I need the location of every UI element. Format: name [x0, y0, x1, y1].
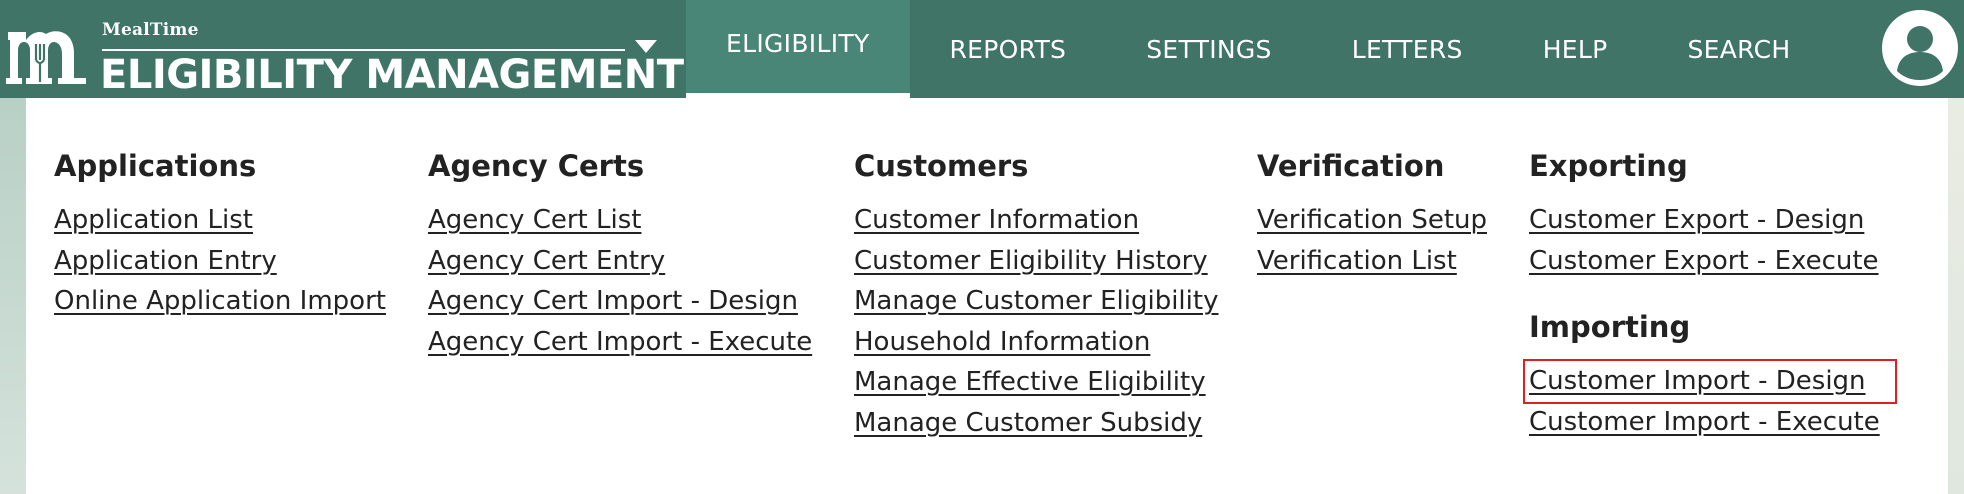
brand-small-text: MealTime	[102, 20, 199, 40]
nav-search[interactable]: SEARCH	[1688, 0, 1791, 98]
link-manage-customer-subsidy[interactable]: Manage Customer Subsidy	[854, 403, 1218, 444]
link-customer-eligibility-history[interactable]: Customer Eligibility History	[854, 241, 1218, 282]
section-heading-agency-certs: Agency Certs	[428, 149, 645, 183]
user-avatar-icon[interactable]	[1880, 8, 1960, 88]
link-agency-cert-import-execute[interactable]: Agency Cert Import - Execute	[428, 322, 812, 363]
mealtime-logo-icon	[6, 31, 86, 84]
link-agency-cert-import-design[interactable]: Agency Cert Import - Design	[428, 281, 812, 322]
link-manage-effective-eligibility[interactable]: Manage Effective Eligibility	[854, 362, 1218, 403]
nav-settings[interactable]: SETTINGS	[1146, 0, 1271, 98]
link-manage-customer-eligibility[interactable]: Manage Customer Eligibility	[854, 281, 1218, 322]
app-logo[interactable]: MealTime ELIGIBILITY MANAGEMENT	[6, 10, 684, 98]
main-nav: ELIGIBILITY REPORTS SETTINGS LETTERS HEL…	[686, 0, 1790, 98]
link-agency-cert-entry[interactable]: Agency Cert Entry	[428, 241, 812, 282]
section-heading-applications: Applications	[54, 149, 257, 183]
link-application-entry[interactable]: Application Entry	[54, 241, 386, 282]
app-title: ELIGIBILITY MANAGEMENT	[100, 52, 684, 98]
nav-help[interactable]: HELP	[1543, 0, 1608, 98]
link-customer-import-design[interactable]: Customer Import - Design	[1523, 359, 1897, 404]
section-heading-importing: Importing	[1529, 310, 1691, 344]
link-customer-information[interactable]: Customer Information	[854, 200, 1218, 241]
page-backdrop-left	[0, 98, 26, 494]
link-household-information[interactable]: Household Information	[854, 322, 1218, 363]
menu-column-verification: Verification Verification Setup Verifica…	[1257, 146, 1487, 281]
brand-divider	[102, 49, 625, 51]
section-heading-verification: Verification	[1257, 149, 1445, 183]
page-backdrop-right	[1948, 98, 1964, 494]
eligibility-mega-menu: Applications Application List Applicatio…	[26, 98, 1948, 494]
link-verification-list[interactable]: Verification List	[1257, 241, 1487, 282]
menu-column-customers: Customers Customer Information Customer …	[854, 146, 1218, 443]
menu-column-agency-certs: Agency Certs Agency Cert List Agency Cer…	[428, 146, 812, 362]
link-customer-export-execute[interactable]: Customer Export - Execute	[1529, 241, 1895, 282]
link-customer-export-design[interactable]: Customer Export - Design	[1529, 200, 1895, 241]
nav-eligibility[interactable]: ELIGIBILITY	[686, 0, 910, 98]
menu-column-exporting-importing: Exporting Customer Export - Design Custo…	[1523, 146, 1897, 443]
link-application-list[interactable]: Application List	[54, 200, 386, 241]
link-customer-import-execute[interactable]: Customer Import - Execute	[1529, 402, 1895, 443]
nav-reports[interactable]: REPORTS	[950, 0, 1067, 98]
top-navigation-bar: MealTime ELIGIBILITY MANAGEMENT ELIGIBIL…	[0, 0, 1964, 98]
link-agency-cert-list[interactable]: Agency Cert List	[428, 200, 812, 241]
caret-down-icon[interactable]	[632, 36, 660, 58]
section-heading-customers: Customers	[854, 149, 1029, 183]
menu-column-applications: Applications Application List Applicatio…	[54, 146, 386, 322]
link-online-application-import[interactable]: Online Application Import	[54, 281, 386, 322]
link-verification-setup[interactable]: Verification Setup	[1257, 200, 1487, 241]
section-heading-exporting: Exporting	[1529, 149, 1688, 183]
nav-letters[interactable]: LETTERS	[1352, 0, 1463, 98]
